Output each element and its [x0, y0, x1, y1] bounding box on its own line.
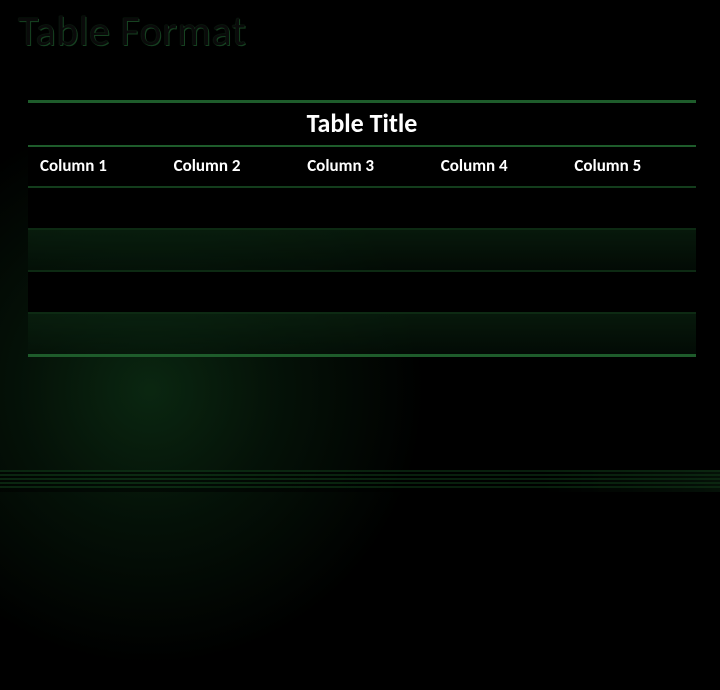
table-cell — [162, 229, 296, 271]
table-container: Table Title Column 1 Column 2 Column 3 C… — [28, 100, 696, 357]
table-row — [28, 229, 696, 271]
slide-title: Table Format — [18, 6, 246, 57]
table-cell — [28, 229, 162, 271]
table-row — [28, 313, 696, 355]
table-cell — [562, 187, 696, 229]
table-cell — [162, 313, 296, 355]
table-title-row: Table Title — [28, 100, 696, 147]
table-cell — [295, 187, 429, 229]
table-cell — [429, 187, 563, 229]
table-header-cell: Column 3 — [295, 147, 429, 187]
table-cell — [429, 313, 563, 355]
table-cell — [295, 229, 429, 271]
table-cell — [28, 313, 162, 355]
table-cell — [28, 271, 162, 313]
data-table: Column 1 Column 2 Column 3 Column 4 Colu… — [28, 147, 696, 357]
table-cell — [28, 187, 162, 229]
table-cell — [562, 271, 696, 313]
table-header-cell: Column 2 — [162, 147, 296, 187]
table-header-cell: Column 5 — [562, 147, 696, 187]
table-title: Table Title — [307, 107, 418, 139]
table-row — [28, 187, 696, 229]
table-cell — [162, 187, 296, 229]
table-cell — [429, 229, 563, 271]
table-cell — [295, 313, 429, 355]
table-header-cell: Column 4 — [429, 147, 563, 187]
table-row — [28, 271, 696, 313]
table-cell — [562, 313, 696, 355]
table-cell — [162, 271, 296, 313]
table-header-cell: Column 1 — [28, 147, 162, 187]
table-header-row: Column 1 Column 2 Column 3 Column 4 Colu… — [28, 147, 696, 187]
table-cell — [295, 271, 429, 313]
table-cell — [562, 229, 696, 271]
footer-decorative-band — [0, 470, 720, 492]
table-cell — [429, 271, 563, 313]
